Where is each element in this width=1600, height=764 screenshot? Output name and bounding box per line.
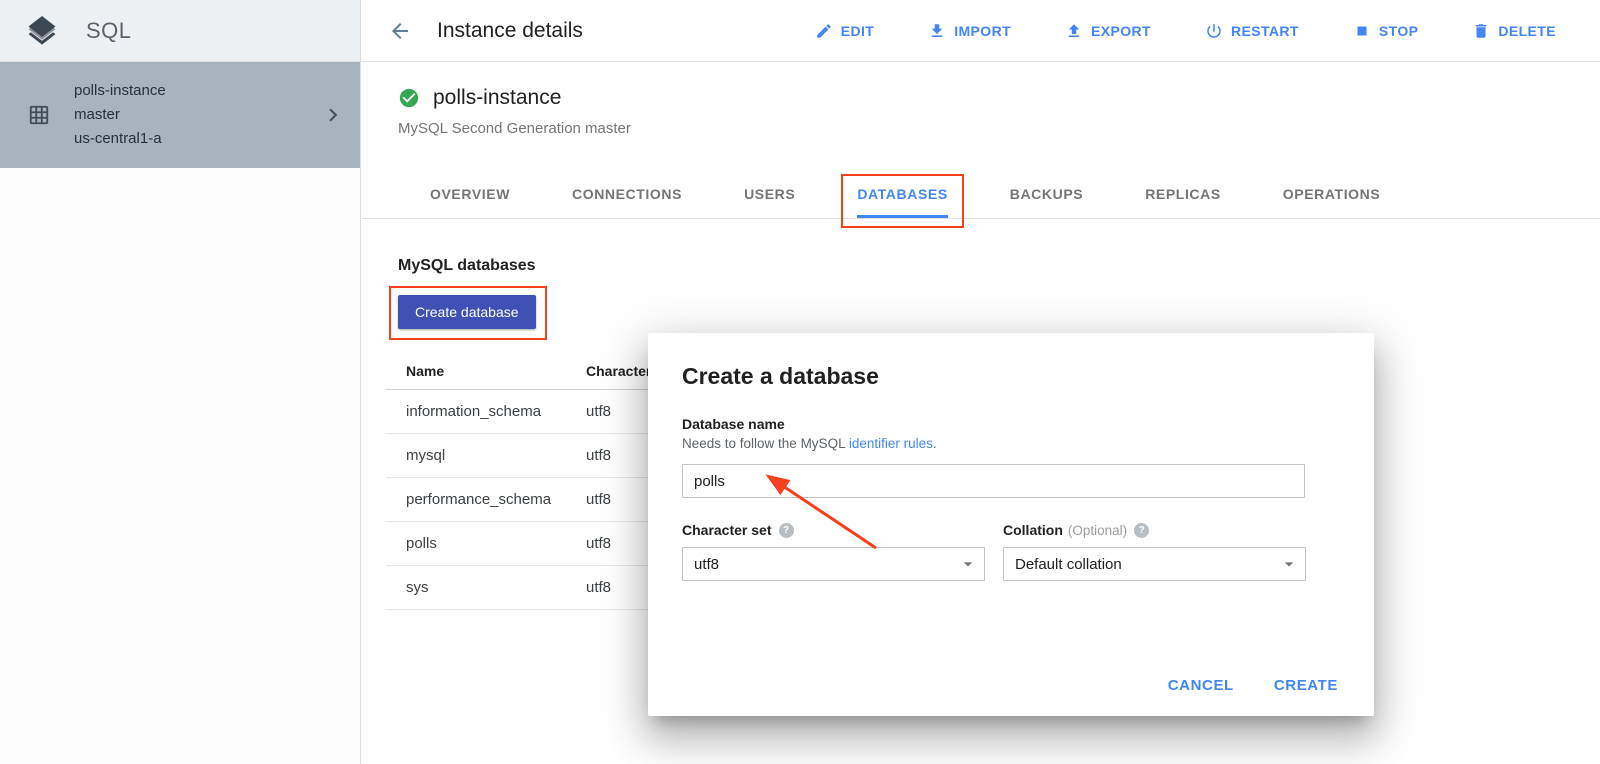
restart-button[interactable]: RESTART	[1205, 22, 1299, 40]
toolbar-actions: EDIT IMPORT EXPORT RESTART STOP DELETE	[815, 22, 1556, 40]
dialog-selects-row: Character set ? utf8 Collation (Optional…	[682, 522, 1340, 581]
back-arrow-button[interactable]	[387, 18, 413, 44]
back-arrow-icon	[388, 19, 412, 43]
character-set-field: Character set ? utf8	[682, 522, 985, 581]
collation-select[interactable]: Default collation	[1003, 547, 1306, 581]
trash-icon	[1472, 22, 1490, 40]
instance-name: polls-instance	[433, 86, 561, 110]
top-bar: SQL Instance details EDIT IMPORT EXPORT	[0, 0, 1600, 62]
db-name-cell: polls	[386, 521, 586, 565]
sidebar-instance-role: master	[74, 103, 296, 127]
stop-button-label: STOP	[1379, 23, 1418, 39]
help-suffix: .	[933, 436, 937, 451]
instance-header: polls-instance MySQL Second Generation m…	[362, 62, 1600, 137]
cancel-button[interactable]: CANCEL	[1168, 677, 1234, 694]
edit-button-label: EDIT	[841, 23, 875, 39]
product-header: SQL	[0, 0, 361, 62]
collation-field: Collation (Optional) ? Default collation	[1003, 522, 1306, 581]
character-set-help-icon[interactable]: ?	[779, 523, 794, 538]
database-name-help: Needs to follow the MySQL identifier rul…	[682, 436, 1340, 451]
stop-button[interactable]: STOP	[1353, 22, 1418, 40]
db-name-cell: mysql	[386, 433, 586, 477]
character-set-select[interactable]: utf8	[682, 547, 985, 581]
create-database-button[interactable]: Create database	[398, 295, 536, 329]
tab-replicas[interactable]: REPLICAS	[1145, 186, 1221, 218]
sidebar-instance-text: polls-instance master us-central1-a	[74, 79, 296, 151]
section-title-mysql-databases: MySQL databases	[398, 257, 1600, 275]
sidebar-instance-name: polls-instance	[74, 79, 296, 103]
export-button[interactable]: EXPORT	[1065, 22, 1151, 40]
tab-databases-label: DATABASES	[857, 186, 947, 202]
collation-value: Default collation	[1015, 556, 1122, 573]
stop-square-icon	[1353, 22, 1371, 40]
import-button-label: IMPORT	[954, 23, 1011, 39]
character-set-label: Character set	[682, 522, 772, 538]
create-database-button-wrap: Create database	[398, 295, 536, 329]
restart-button-label: RESTART	[1231, 23, 1299, 39]
tab-overview[interactable]: OVERVIEW	[430, 186, 510, 218]
db-name-cell: performance_schema	[386, 477, 586, 521]
status-check-icon	[398, 87, 420, 109]
chevron-down-icon	[1279, 554, 1299, 574]
instance-subtitle: MySQL Second Generation master	[398, 120, 1600, 137]
chevron-down-icon	[958, 554, 978, 574]
import-button[interactable]: IMPORT	[928, 22, 1011, 40]
identifier-rules-link[interactable]: identifier rules	[849, 436, 933, 451]
database-name-input[interactable]	[682, 464, 1305, 498]
help-prefix: Needs to follow the MySQL	[682, 436, 849, 451]
import-download-icon	[928, 22, 946, 40]
collation-label: Collation	[1003, 522, 1063, 538]
export-button-label: EXPORT	[1091, 23, 1151, 39]
create-database-dialog: Create a database Database name Needs to…	[648, 333, 1374, 716]
sidebar-instance-zone: us-central1-a	[74, 127, 296, 151]
page-title: Instance details	[437, 19, 583, 43]
page-root: { "app": { "product": "SQL" }, "sidebar"…	[0, 0, 1600, 764]
delete-button-label: DELETE	[1498, 23, 1556, 39]
dialog-actions: CANCEL CREATE	[1168, 677, 1338, 694]
sql-logo-icon	[24, 13, 60, 49]
tab-bar: OVERVIEW CONNECTIONS USERS DATABASES BAC…	[362, 171, 1600, 219]
db-name-cell: information_schema	[386, 389, 586, 433]
sidebar-item-polls-instance[interactable]: polls-instance master us-central1-a	[0, 62, 360, 168]
dialog-title: Create a database	[682, 363, 1340, 390]
tab-backups[interactable]: BACKUPS	[1010, 186, 1083, 218]
db-name-cell: sys	[386, 565, 586, 609]
pencil-icon	[815, 22, 833, 40]
collation-help-icon[interactable]: ?	[1134, 523, 1149, 538]
export-upload-icon	[1065, 22, 1083, 40]
character-set-value: utf8	[694, 556, 719, 573]
delete-button[interactable]: DELETE	[1472, 22, 1556, 40]
column-header-name: Name	[386, 353, 586, 389]
grid-icon	[28, 104, 50, 126]
chevron-right-icon	[320, 102, 346, 128]
tab-databases[interactable]: DATABASES	[857, 186, 947, 218]
tab-users[interactable]: USERS	[744, 186, 795, 218]
edit-button[interactable]: EDIT	[815, 22, 875, 40]
tab-connections[interactable]: CONNECTIONS	[572, 186, 682, 218]
instance-toolbar: Instance details EDIT IMPORT EXPORT REST…	[361, 0, 1600, 62]
power-icon	[1205, 22, 1223, 40]
database-name-label: Database name	[682, 416, 1340, 432]
create-button[interactable]: CREATE	[1274, 677, 1338, 694]
tab-operations[interactable]: OPERATIONS	[1283, 186, 1381, 218]
product-name: SQL	[86, 18, 132, 44]
collation-optional-label: (Optional)	[1068, 523, 1127, 538]
sidebar: polls-instance master us-central1-a	[0, 62, 361, 764]
